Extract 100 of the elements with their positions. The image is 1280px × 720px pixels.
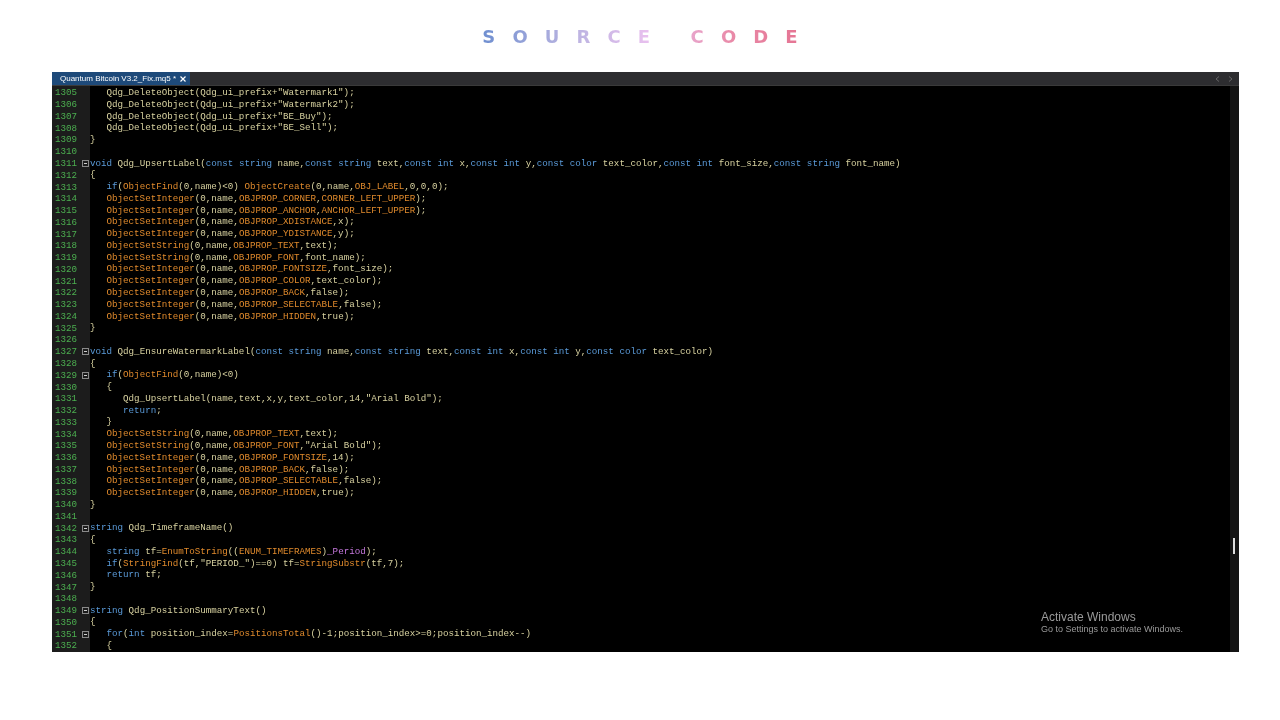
code-line: void Qdg_EnsureWatermarkLabel(const string name,const string text,const int x,const int y,const color text_color): [90, 345, 714, 358]
line-number: 1313: [54, 181, 79, 193]
line-number: 1318: [54, 240, 79, 252]
activation-title: Activate Windows: [1041, 610, 1137, 624]
line-number: 1341: [54, 510, 79, 522]
scrollbar[interactable]: [1230, 86, 1239, 652]
code-line: ObjectSetInteger(0,name,OBJPROP_FONTSIZE,14);: [105, 451, 355, 464]
line-number: 1322: [54, 287, 79, 299]
code-line: return tf;: [105, 569, 162, 582]
line-number: 1349: [54, 605, 79, 617]
line-number: 1337: [54, 463, 79, 475]
line-number: 1326: [54, 334, 79, 346]
line-number: 1345: [54, 558, 79, 569]
code-line: ObjectSetInteger(0,name,OBJPROP_COLOR,text_color);: [105, 275, 383, 287]
code-line: ObjectSetInteger(0,name,OBJPROP_BACK,false);: [105, 463, 350, 476]
line-number: 1346: [54, 569, 79, 581]
code-line: ObjectSetInteger(0,name,OBJPROP_SELECTABLE,false);: [105, 298, 383, 311]
line-number: 1308: [54, 122, 79, 134]
line-number: 1306: [54, 99, 79, 111]
code-line: ObjectSetString(0,name,OBJPROP_TEXT,text);: [105, 239, 339, 252]
code-line: ObjectSetInteger(0,name,OBJPROP_HIDDEN,true);: [105, 310, 355, 323]
line-number: 1324: [54, 310, 79, 322]
file-tab[interactable]: Quantum Bitcoin V3.2_Fix.mq5 *: [52, 72, 191, 85]
code-line: }: [90, 322, 96, 335]
code-line: ObjectSetInteger(0,name,OBJPROP_SELECTABLE,false);: [105, 475, 383, 488]
code-line: ObjectSetInteger(0,name,OBJPROP_CORNER,CORNER_LEFT_UPPER);: [105, 192, 427, 205]
collapse-icon[interactable]: [82, 630, 89, 638]
code-line: ObjectSetString(0,name,OBJPROP_FONT,"Arial Bold");: [105, 439, 383, 452]
line-number: 1348: [54, 593, 79, 605]
line-number: 1350: [54, 616, 79, 628]
code-line: ObjectSetInteger(0,name,OBJPROP_HIDDEN,true);: [105, 487, 355, 499]
code-line: }: [90, 134, 96, 146]
code-line: {: [105, 640, 113, 652]
line-number: 1343: [54, 534, 79, 546]
code-line: if(ObjectFind(0,name)<0): [105, 369, 239, 382]
code-line: string Qdg_PositionSummaryText(): [90, 604, 267, 617]
collapse-icon[interactable]: [82, 348, 89, 356]
line-number: 1332: [54, 405, 79, 417]
code-line: if(ObjectFind(0,name)<0) ObjectCreate(0,name,OBJ_LABEL,0,0,0);: [105, 181, 449, 193]
code-line: string Qdg_TimeframeName(): [90, 522, 234, 535]
line-number: 1328: [54, 358, 79, 369]
line-number: 1315: [54, 205, 79, 217]
close-icon[interactable]: [180, 75, 187, 82]
code-line: ObjectSetInteger(0,name,OBJPROP_YDISTANCE,y);: [105, 228, 355, 240]
line-number: 1320: [54, 263, 79, 275]
code-line: ObjectSetInteger(0,name,OBJPROP_ANCHOR,ANCHOR_LEFT_UPPER);: [105, 204, 427, 217]
line-number: 1316: [54, 216, 79, 228]
code-line: {: [90, 357, 96, 370]
code-line: return;: [122, 404, 162, 417]
line-number: 1351: [54, 628, 79, 640]
code-line: ObjectSetString(0,name,OBJPROP_FONT,font_name);: [105, 251, 366, 264]
code-line: for(int position_index=PositionsTotal()-1;position_index>=0;position_index--): [105, 628, 532, 640]
line-number: 1307: [54, 110, 79, 122]
line-number: 1347: [54, 581, 79, 593]
code-line: ObjectSetInteger(0,name,OBJPROP_BACK,false);: [105, 287, 350, 299]
code-line: Qdg_DeleteObject(Qdg_ui_prefix+"BE_Buy");: [105, 110, 333, 123]
code-line: {: [90, 616, 96, 629]
line-number: 1333: [54, 416, 79, 428]
line-number: 1314: [54, 193, 79, 205]
line-number: 1335: [54, 440, 79, 452]
line-number: 1336: [54, 452, 79, 464]
code-line: Qdg_UpsertLabel(name,text,x,y,text_color,14,"Arial Bold");: [122, 392, 443, 405]
activation-message: Go to Settings to activate Windows.: [1041, 624, 1184, 634]
code-line: {: [90, 534, 96, 546]
code-line: Qdg_DeleteObject(Qdg_ui_prefix+"Watermark1");: [105, 87, 355, 99]
code-line: {: [105, 381, 113, 393]
code-line: }: [105, 416, 113, 429]
code-line: Qdg_DeleteObject(Qdg_ui_prefix+"BE_Sell");: [105, 122, 339, 135]
line-number: 1325: [54, 322, 79, 334]
line-number: 1329: [54, 369, 79, 381]
line-number: 1344: [54, 546, 79, 558]
line-number: 1331: [54, 393, 79, 405]
code-line: ObjectSetInteger(0,name,OBJPROP_XDISTANCE,x);: [105, 216, 355, 229]
collapse-icon[interactable]: [82, 524, 89, 532]
collapse-icon[interactable]: [82, 159, 89, 167]
line-number: 1312: [54, 169, 79, 181]
line-number: 1305: [54, 87, 79, 99]
line-number: 1342: [54, 522, 79, 534]
line-number: 1340: [54, 499, 79, 511]
line-number: 1323: [54, 299, 79, 311]
line-number: 1310: [54, 146, 79, 158]
line-number: 1327: [54, 346, 79, 358]
line-number: 1321: [54, 275, 79, 287]
line-number: 1317: [54, 228, 79, 240]
collapse-icon[interactable]: [82, 607, 89, 615]
code-line: string tf=EnumToString((ENUM_TIMEFRAMES)_Period);: [105, 545, 377, 558]
line-number: 1330: [54, 381, 79, 393]
code-line: void Qdg_UpsertLabel(const string name,const string text,const int x,const int y,const color text_color,const int font_size,const string font_name): [90, 157, 901, 170]
code-line: {: [90, 169, 96, 182]
line-number: 1334: [54, 428, 79, 440]
line-number: 1352: [54, 640, 79, 652]
code-line: ObjectSetString(0,name,OBJPROP_TEXT,text);: [105, 428, 339, 440]
line-number: 1319: [54, 252, 79, 264]
line-number: 1339: [54, 487, 79, 499]
code-line: ObjectSetInteger(0,name,OBJPROP_FONTSIZE,font_size);: [105, 263, 394, 276]
line-number: 1309: [54, 134, 79, 146]
collapse-icon[interactable]: [82, 371, 89, 379]
code-line: if(StringFind(tf,"PERIOD_")==0) tf=StringSubstr(tf,7);: [105, 557, 405, 570]
line-number: 1338: [54, 475, 79, 487]
code-line: }: [90, 581, 96, 593]
